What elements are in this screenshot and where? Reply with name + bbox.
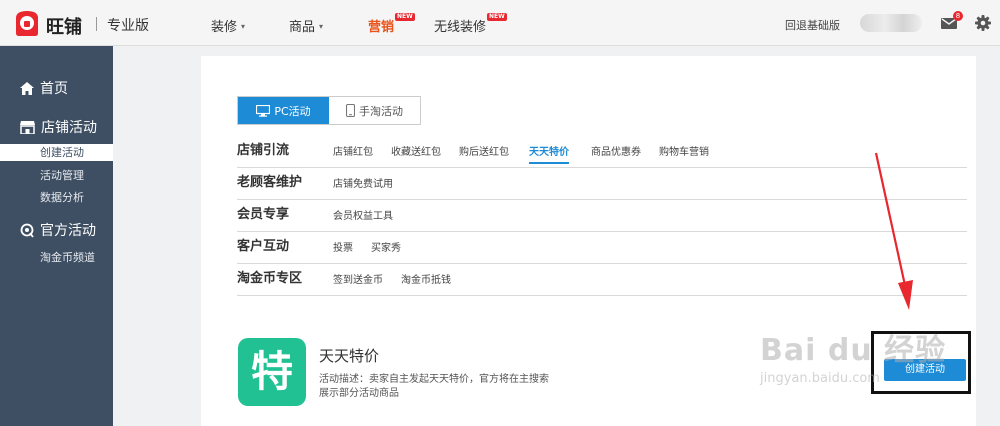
sidebar-item-data-analysis[interactable]: 数据分析 (40, 189, 84, 205)
link-shop-red-packet[interactable]: 店铺红包 (333, 143, 373, 158)
brand-name[interactable]: 旺铺 (46, 13, 82, 39)
chevron-down-icon: ▾ (241, 22, 246, 31)
edition-label: 专业版 (107, 18, 149, 34)
promo-title: 天天特价 (319, 347, 380, 365)
link-vote[interactable]: 投票 (333, 239, 353, 254)
new-badge: NEW (487, 13, 507, 21)
official-activity-icon (20, 223, 34, 238)
new-badge: NEW (395, 13, 415, 21)
tab-pc-activity[interactable]: PC活动 (238, 97, 329, 124)
nav-mobile-decoration[interactable]: 无线装修 NEW (434, 13, 507, 35)
fallback-basic-link[interactable]: 回退基础版 (785, 17, 840, 33)
baidu-watermark: Bai du 经验 jingyan.baidu.com (760, 325, 946, 386)
nav-decoration[interactable]: 装修 ▾ (211, 16, 245, 35)
sidebar: 首页 店铺活动 创建活动 活动管理 数据分析 官方活动 淘金币频道 (0, 46, 113, 426)
category-row-taojinbi: 淘金币专区 签到送金币 淘金币抵钱 (237, 264, 967, 296)
category-title: 会员专享 (237, 207, 290, 222)
category-title: 客户互动 (237, 239, 290, 254)
top-bar: 旺铺 专业版 装修 ▾ 商品 ▾ 营销 NEW 无线装修 NEW 回退基础版 8 (0, 0, 1000, 46)
watermark-sub: jingyan.baidu.com (760, 371, 880, 386)
link-checkin-coins[interactable]: 签到送金币 (333, 271, 383, 286)
category-row-traffic: 店铺引流 店铺红包 收藏送红包 购后送红包 天天特价 商品优惠券 购物车营销 (237, 136, 967, 168)
daily-special-icon: 特 (238, 338, 306, 406)
link-after-purchase-red-packet[interactable]: 购后送红包 (459, 143, 509, 158)
sidebar-item-shop-activity[interactable]: 店铺活动 (20, 117, 97, 137)
link-cart-marketing[interactable]: 购物车营销 (659, 143, 709, 158)
link-coin-discount[interactable]: 淘金币抵钱 (401, 271, 451, 286)
link-member-benefits[interactable]: 会员权益工具 (333, 207, 393, 222)
link-daily-special[interactable]: 天天特价 (529, 143, 569, 164)
sidebar-item-taojinbi-channel[interactable]: 淘金币频道 (40, 249, 95, 265)
category-title: 老顾客维护 (237, 175, 303, 190)
gear-icon[interactable] (975, 15, 991, 31)
sidebar-item-create-activity[interactable]: 创建活动 (0, 144, 113, 161)
sidebar-item-official-activity[interactable]: 官方活动 (20, 220, 96, 240)
promo-description: 活动描述：卖家自主发起天天特价，官方将在主搜索展示部分活动商品 (319, 374, 549, 399)
tab-mobile-activity[interactable]: 手淘活动 (329, 97, 420, 124)
link-buyer-show[interactable]: 买家秀 (371, 239, 401, 254)
user-account-pill[interactable] (860, 14, 922, 32)
sidebar-item-home[interactable]: 首页 (20, 78, 68, 98)
nav-marketing[interactable]: 营销 NEW (368, 13, 415, 35)
phone-icon (346, 104, 355, 117)
sidebar-item-activity-manage[interactable]: 活动管理 (40, 167, 84, 183)
store-icon (20, 120, 35, 134)
category-row-interaction: 客户互动 投票 买家秀 (237, 232, 967, 264)
category-title: 店铺引流 (237, 143, 290, 158)
chevron-down-icon: ▾ (319, 22, 324, 31)
category-title: 淘金币专区 (237, 271, 303, 286)
brand-divider (96, 17, 97, 31)
link-product-coupon[interactable]: 商品优惠券 (591, 143, 641, 158)
nav-products[interactable]: 商品 ▾ (289, 16, 323, 35)
shop-logo-icon[interactable] (12, 9, 42, 37)
link-free-trial[interactable]: 店铺免费试用 (333, 175, 393, 190)
monitor-icon (256, 104, 271, 117)
link-favorite-red-packet[interactable]: 收藏送红包 (391, 143, 441, 158)
annotation-arrow (874, 152, 913, 310)
watermark-main: Bai du 经验 (760, 333, 947, 368)
category-row-members: 会员专享 会员权益工具 (237, 200, 967, 232)
home-icon (20, 81, 34, 95)
mail-count-badge: 8 (953, 11, 963, 21)
activity-tabs: PC活动 手淘活动 (237, 96, 421, 125)
category-row-retention: 老顾客维护 店铺免费试用 (237, 168, 967, 200)
